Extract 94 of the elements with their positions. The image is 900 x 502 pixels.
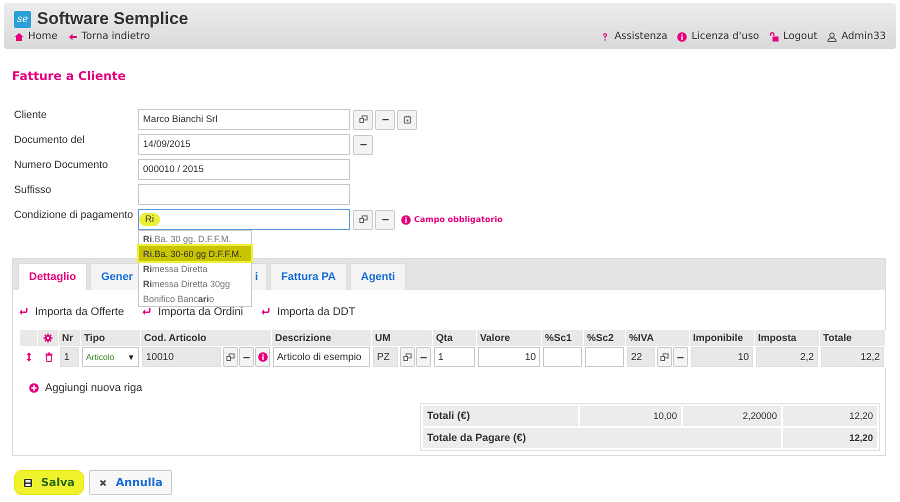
- readonly-field: 10010: [142, 347, 221, 367]
- copy-button[interactable]: [353, 210, 373, 230]
- save-button[interactable]: Salva: [14, 470, 84, 495]
- copy-button[interactable]: [400, 347, 415, 367]
- import-link[interactable]: Importa da Offerte: [19, 306, 124, 318]
- readonly-field: 10: [691, 347, 753, 367]
- user-menu-link[interactable]: Logout: [769, 31, 818, 42]
- field-label: Condizione di pagamento: [14, 209, 134, 221]
- app-title: Software Semplice: [37, 9, 188, 29]
- cancel-button[interactable]: Annulla: [88, 470, 172, 495]
- readonly-field: 22: [627, 347, 655, 367]
- input-field[interactable]: 10: [478, 347, 540, 367]
- field-label: Suffisso: [14, 184, 52, 196]
- column-header: Imponibile: [690, 330, 755, 346]
- copy-icon: [660, 352, 669, 362]
- info-icon: [258, 352, 268, 362]
- import-link[interactable]: Importa da Ordini: [142, 306, 244, 318]
- add-row-link[interactable]: Aggiungi nuova riga: [29, 382, 885, 394]
- column-header: Descrizione: [272, 330, 372, 346]
- import-link[interactable]: Importa da DDT: [261, 306, 356, 318]
- info-button[interactable]: [255, 347, 270, 367]
- input-field[interactable]: 14/09/2015: [138, 134, 350, 155]
- info-icon: [401, 214, 411, 224]
- logo: se: [14, 10, 31, 28]
- return-arrow-icon: [261, 307, 272, 317]
- column-header: Totale: [820, 330, 886, 346]
- type-dropdown[interactable]: Articolo ▼: [82, 347, 139, 367]
- totals-label: Totali (€): [423, 406, 578, 426]
- tab[interactable]: Agenti: [350, 263, 406, 290]
- tab[interactable]: Fattura PA: [270, 263, 347, 290]
- suggestion-item[interactable]: Ri.Ba. 30-60 gg D.F.F.M.: [139, 246, 251, 261]
- home-icon: [14, 32, 24, 42]
- user-icon: [827, 32, 838, 42]
- page-title: Fatture a Cliente: [12, 69, 127, 83]
- field-label: Cliente: [14, 109, 48, 121]
- column-header: %Sc1: [542, 330, 584, 346]
- required-note: Campo obbligatorio: [414, 215, 503, 224]
- column-header: Nr: [59, 330, 81, 346]
- floppy-icon: [23, 478, 33, 488]
- readonly-field: 2,2: [756, 347, 818, 367]
- info-icon: [677, 32, 688, 42]
- input-field[interactable]: Marco Bianchi Srl: [138, 109, 350, 130]
- copy-icon: [403, 352, 412, 362]
- readonly-field: 12,2: [821, 347, 884, 367]
- column-header: %IVA: [626, 330, 690, 346]
- input-field[interactable]: [138, 184, 350, 205]
- column-header: Imposta: [755, 330, 820, 346]
- readonly-field: PZ: [373, 347, 398, 367]
- calendar-icon: [402, 115, 412, 124]
- input-field[interactable]: [543, 347, 582, 367]
- input-field[interactable]: 000010 / 2015: [138, 159, 350, 180]
- total-value: 2,20000: [683, 406, 781, 426]
- suggestion-item[interactable]: Bonifico Bancario: [139, 291, 251, 306]
- total-value: 12,20: [783, 406, 877, 426]
- arrow-left-icon: [68, 32, 78, 42]
- return-arrow-icon: [142, 307, 152, 317]
- column-header: Valore: [477, 330, 542, 346]
- tab[interactable]: Dettaglio: [18, 263, 88, 290]
- copy-icon: [358, 115, 368, 124]
- minus-button[interactable]: [353, 134, 373, 154]
- readonly-field: 1: [60, 347, 79, 367]
- total-value: 12,20: [783, 428, 877, 448]
- calendar-button[interactable]: [397, 110, 417, 130]
- close-icon: [98, 478, 108, 488]
- column-header: UM: [372, 330, 433, 346]
- input-field[interactable]: Ri: [138, 209, 350, 230]
- input-field[interactable]: [585, 347, 624, 367]
- user-menu-link[interactable]: Licenza d'uso: [677, 31, 760, 42]
- total-value: 10,00: [580, 406, 681, 426]
- column-header: Qta: [433, 330, 477, 346]
- input-field[interactable]: 1: [434, 347, 475, 367]
- field-label: Numero Documento: [14, 159, 109, 171]
- move-icon[interactable]: [24, 352, 34, 362]
- suggestion-item[interactable]: Ri.Ba. 30 gg. D.F.F.M.: [139, 231, 251, 246]
- plus-circle-icon: [29, 383, 39, 393]
- copy-button[interactable]: [353, 110, 373, 130]
- column-header: Cod. Articolo: [141, 330, 272, 346]
- user-menu-link[interactable]: Assistenza: [600, 31, 668, 42]
- copy-button[interactable]: [223, 347, 238, 367]
- gear-icon[interactable]: [43, 333, 53, 343]
- copy-icon: [226, 352, 235, 362]
- nav-link[interactable]: Torna indietro: [68, 31, 150, 42]
- nav-link[interactable]: Home: [14, 31, 58, 42]
- field-label: Documento del: [14, 134, 86, 146]
- user-menu-link[interactable]: Admin33: [827, 31, 886, 42]
- totals-label: Totale da Pagare (€): [423, 428, 781, 448]
- input-field[interactable]: Articolo di esempio: [273, 347, 370, 367]
- padlock-icon: [769, 32, 780, 42]
- column-header: %Sc2: [584, 330, 626, 346]
- return-arrow-icon: [19, 307, 29, 317]
- column-header: Tipo: [81, 330, 141, 346]
- trash-icon[interactable]: [44, 352, 54, 362]
- copy-button[interactable]: [657, 347, 672, 367]
- copy-icon: [358, 215, 368, 224]
